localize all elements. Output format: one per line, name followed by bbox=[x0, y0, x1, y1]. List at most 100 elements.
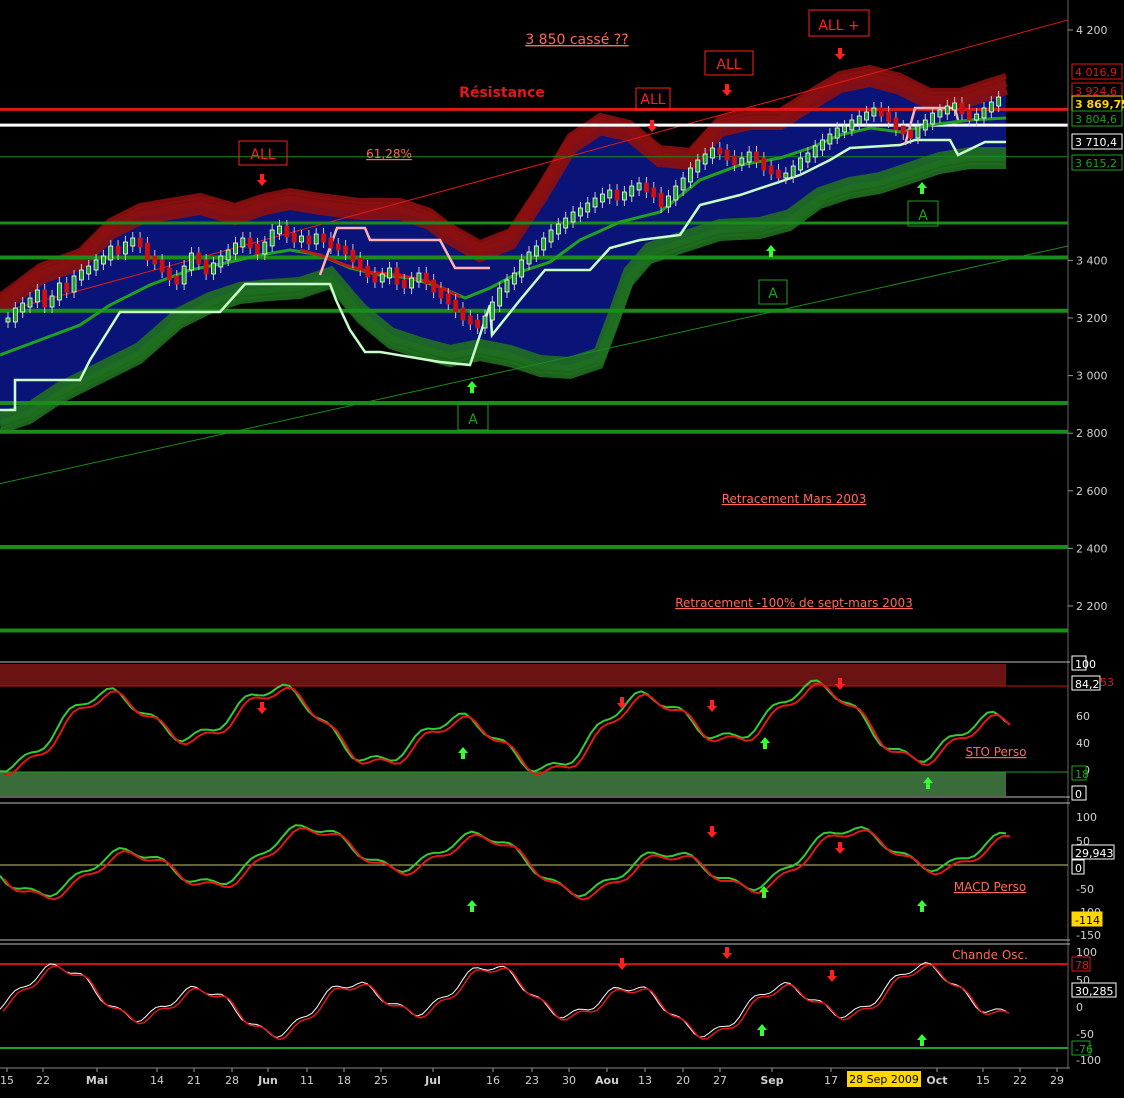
buy-arrow-icon bbox=[458, 747, 468, 759]
macd-value-label: 0 bbox=[1075, 862, 1082, 875]
sell-arrow-icon bbox=[257, 174, 267, 186]
price-value-label: 3 615,2 bbox=[1075, 157, 1117, 170]
sto-oversold-zone bbox=[0, 772, 1006, 796]
candle-down bbox=[959, 102, 965, 115]
candle-up bbox=[710, 147, 715, 159]
candle-up bbox=[827, 133, 833, 145]
price-value-label: 3 804,6 bbox=[1075, 113, 1117, 126]
sell-arrow-icon bbox=[617, 697, 627, 709]
candle-up bbox=[783, 172, 789, 179]
candle-down bbox=[343, 245, 348, 255]
candle-up bbox=[71, 275, 77, 293]
candle-up bbox=[988, 101, 994, 113]
sto-value-label: 18 bbox=[1075, 768, 1089, 781]
buy-arrow-icon bbox=[467, 900, 477, 912]
buy-arrow-icon bbox=[760, 737, 770, 749]
candle-up bbox=[299, 235, 304, 243]
candle-down bbox=[196, 252, 202, 265]
candle-up bbox=[130, 237, 136, 247]
candle-up bbox=[570, 211, 576, 223]
candle-up bbox=[387, 267, 392, 279]
candle-up bbox=[504, 279, 510, 293]
time-tick-label: Mai bbox=[86, 1074, 108, 1087]
chande-tick-label: 0 bbox=[1076, 1001, 1083, 1014]
candle-up bbox=[56, 282, 62, 301]
candle-up bbox=[915, 125, 921, 139]
candle-down bbox=[306, 235, 312, 245]
price-tick-label: 2 600 bbox=[1076, 485, 1108, 498]
time-tick-label: 14 bbox=[150, 1074, 164, 1087]
candle-up bbox=[5, 317, 11, 323]
sell-arrow-icon bbox=[617, 958, 627, 970]
candle-down bbox=[64, 282, 70, 293]
candle-down bbox=[761, 157, 767, 171]
sell-arrow-icon bbox=[257, 702, 267, 714]
time-tick-label: 22 bbox=[1013, 1074, 1027, 1087]
candle-up bbox=[680, 177, 686, 191]
candle-down bbox=[167, 267, 172, 281]
annotation-text: 61,28% bbox=[366, 147, 412, 161]
candle-up bbox=[702, 153, 708, 165]
time-tick-label: 22 bbox=[36, 1074, 50, 1087]
candle-down bbox=[966, 109, 972, 121]
candle-up bbox=[416, 272, 422, 283]
candle-down bbox=[893, 117, 899, 131]
candle-down bbox=[145, 242, 150, 261]
buy-signal-label: A bbox=[918, 208, 928, 224]
candle-down bbox=[732, 155, 737, 166]
time-tick-label: 16 bbox=[486, 1074, 500, 1087]
candle-up bbox=[739, 157, 745, 166]
candle-down bbox=[321, 233, 326, 243]
macd-signal-line bbox=[3, 827, 1011, 901]
candle-up bbox=[313, 233, 319, 245]
candle-down bbox=[644, 182, 649, 193]
candle-down bbox=[717, 147, 723, 155]
candle-up bbox=[27, 297, 33, 308]
candle-up bbox=[233, 242, 238, 255]
candle-up bbox=[871, 107, 877, 117]
candle-up bbox=[930, 112, 936, 125]
time-tick-label: 17 bbox=[824, 1074, 838, 1087]
macd-panel-title: MACD Perso bbox=[954, 880, 1027, 894]
annotation-text: Retracement -100% de sept-mars 2003 bbox=[675, 596, 913, 610]
candle-up bbox=[666, 195, 671, 208]
time-tick-label: 13 bbox=[638, 1074, 652, 1087]
time-tick-label: 27 bbox=[713, 1074, 727, 1087]
time-tick-label: 23 bbox=[525, 1074, 539, 1087]
candle-down bbox=[394, 267, 400, 285]
candle-down bbox=[768, 165, 774, 175]
candle-up bbox=[526, 251, 532, 265]
candle-down bbox=[776, 169, 781, 179]
candle-up bbox=[790, 165, 796, 178]
buy-arrow-icon bbox=[757, 1024, 767, 1036]
candle-down bbox=[174, 275, 180, 285]
price-tick-label: 3 400 bbox=[1076, 254, 1108, 267]
sell-arrow-icon bbox=[827, 970, 837, 982]
candle-up bbox=[937, 109, 943, 118]
candle-down bbox=[357, 257, 363, 271]
chande-tick-label: -50 bbox=[1076, 1028, 1094, 1041]
candle-up bbox=[511, 272, 517, 285]
candle-up bbox=[607, 189, 613, 199]
sell-arrow-icon bbox=[835, 842, 845, 854]
time-tick-label: 11 bbox=[300, 1074, 314, 1087]
chande-panel-title: Chande Osc. bbox=[952, 948, 1028, 962]
chande-value-label: -76 bbox=[1075, 1043, 1093, 1056]
chande-value-label: 30,285 bbox=[1075, 985, 1114, 998]
candle-down bbox=[350, 249, 356, 263]
macd-value-label: 29,943 bbox=[1075, 847, 1114, 860]
candle-up bbox=[123, 241, 128, 255]
sell-signal-label: ALL bbox=[250, 147, 275, 163]
candle-down bbox=[335, 243, 341, 251]
chande-line bbox=[0, 961, 1007, 1039]
candle-down bbox=[475, 319, 481, 329]
time-tick-label: Sep bbox=[760, 1074, 783, 1087]
candle-up bbox=[629, 185, 635, 197]
buy-arrow-icon bbox=[917, 900, 927, 912]
candle-up bbox=[592, 197, 598, 208]
candle-down bbox=[372, 272, 378, 283]
annotation-text: Retracement Mars 2003 bbox=[722, 492, 867, 506]
candle-up bbox=[636, 182, 642, 191]
time-tick-label: 21 bbox=[187, 1074, 201, 1087]
sell-signal-label: ALL + bbox=[818, 18, 859, 34]
